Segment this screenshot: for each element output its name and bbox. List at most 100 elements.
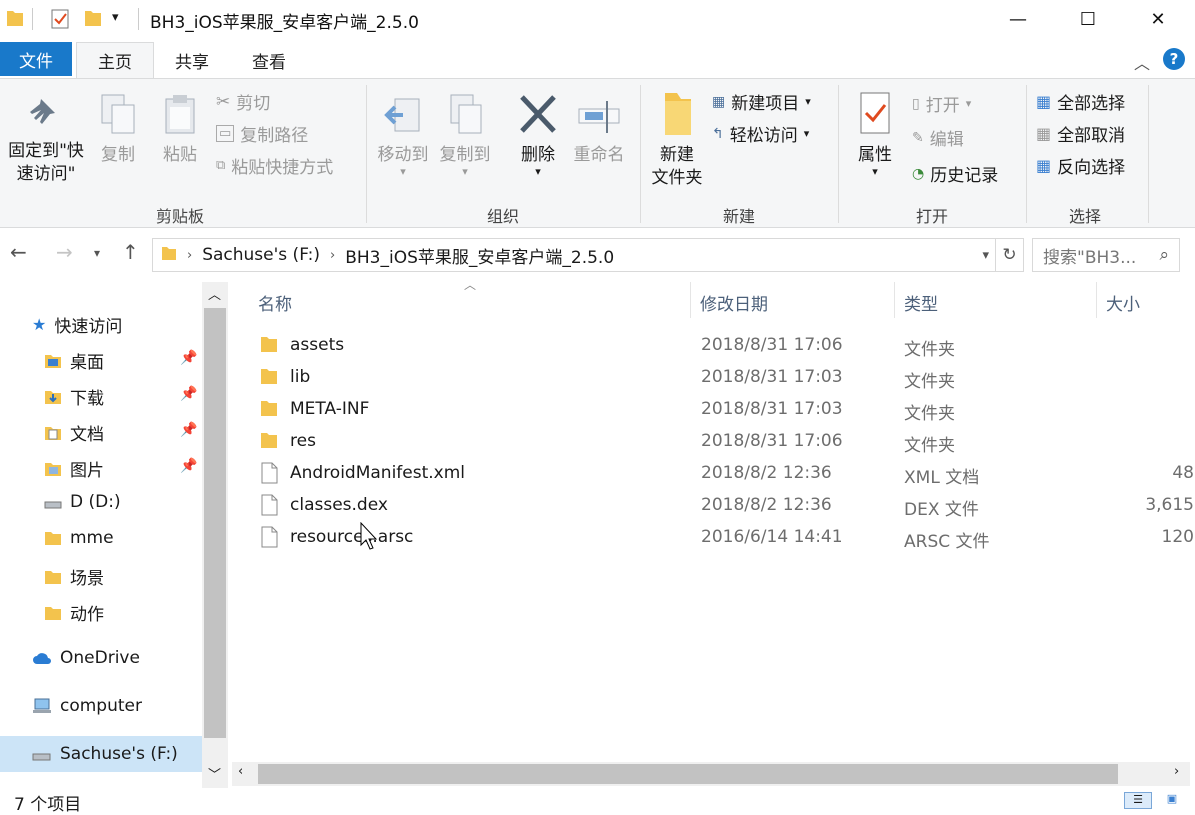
forward-icon[interactable]: → (56, 240, 73, 264)
pin-icon[interactable]: 📌 (180, 386, 197, 402)
pin-icon[interactable]: 📌 (180, 350, 197, 366)
new-folder-label-1: 新建 (660, 145, 694, 165)
refresh-icon[interactable]: ↻ (996, 238, 1024, 272)
tab-view[interactable]: 查看 (236, 42, 302, 78)
nav-item-d-drive[interactable]: D (D:) (44, 492, 121, 512)
nav-item-f-drive[interactable]: Sachuse's (F:) (32, 744, 178, 764)
edit-button[interactable]: ✎ 编辑 (912, 125, 964, 151)
nav-item-action[interactable]: 动作 (44, 600, 104, 625)
breadcrumb-separator-icon[interactable]: › (187, 248, 192, 263)
column-header-name[interactable]: 名称 (258, 290, 292, 315)
file-type: 文件夹 (904, 340, 955, 360)
breadcrumb-drive[interactable]: Sachuse's (F:) (202, 245, 320, 265)
paste-shortcut-button[interactable]: ⧉ 粘贴快捷方式 (216, 153, 333, 178)
cloud-icon (33, 653, 51, 664)
close-button[interactable]: ✕ (1123, 0, 1193, 38)
select-all-button[interactable]: ▦ 全部选择 (1036, 89, 1125, 114)
file-row[interactable]: res 2018/8/31 17:06 文件夹 (228, 426, 1195, 458)
minimize-button[interactable]: — (983, 0, 1053, 38)
open-button[interactable]: ▯ 打开 ▾ (912, 91, 971, 117)
address-bar[interactable]: › Sachuse's (F:) › BH3_iOS苹果服_安卓客户端_2.5.… (152, 238, 996, 272)
mouse-cursor-icon (360, 522, 378, 550)
help-icon[interactable]: ? (1163, 48, 1185, 70)
sort-ascending-icon: ︿ (464, 278, 477, 292)
file-size: 120 (1161, 527, 1194, 547)
pin-icon[interactable]: 📌 (180, 422, 197, 438)
file-date: 2016/6/14 14:41 (701, 527, 843, 547)
nav-item-quick-access[interactable]: ★ 快速访问 (32, 312, 122, 337)
group-label-open: 打开 (915, 207, 948, 226)
nav-item-computer[interactable]: computer (32, 696, 142, 716)
nav-scrollbar-thumb[interactable] (204, 308, 226, 738)
file-row[interactable]: META-INF 2018/8/31 17:03 文件夹 (228, 394, 1195, 426)
list-horizontal-scrollbar[interactable]: ‹ › (232, 762, 1190, 786)
up-icon[interactable]: ↑ (122, 240, 139, 264)
breadcrumb-folder[interactable]: BH3_iOS苹果服_安卓客户端_2.5.0 (345, 243, 614, 268)
nav-item-desktop[interactable]: 桌面 (44, 348, 104, 373)
nav-label: computer (60, 696, 142, 716)
nav-item-onedrive[interactable]: OneDrive (32, 648, 140, 668)
easy-access-button[interactable]: ↰ 轻松访问 ▾ (712, 121, 809, 147)
collapse-ribbon-icon[interactable]: ︿ (1134, 50, 1150, 74)
rename-button[interactable]: 重命名 (570, 93, 628, 167)
tab-share[interactable]: 共享 (160, 42, 224, 78)
new-folder-button[interactable]: 新建 文件夹 (648, 91, 706, 190)
nav-item-downloads[interactable]: 下载 (44, 384, 104, 409)
large-icons-view-icon[interactable]: ▣ (1158, 792, 1186, 809)
pin-icon[interactable]: 📌 (180, 458, 197, 474)
back-icon[interactable]: ← (10, 240, 27, 264)
search-input[interactable]: 搜索"BH3... ⌕ (1032, 238, 1180, 272)
properties-button[interactable]: 属性 ▾ (852, 91, 898, 177)
move-to-button[interactable]: 移动到 ▾ (374, 93, 432, 177)
search-placeholder: 搜索"BH3... (1043, 247, 1137, 268)
file-row[interactable]: lib 2018/8/31 17:03 文件夹 (228, 362, 1195, 394)
nav-item-mme[interactable]: mme (44, 528, 114, 548)
scroll-down-icon[interactable]: ﹀ (208, 764, 221, 783)
pin-quick-access-button[interactable]: 固定到"快 速访问" (4, 93, 88, 186)
file-name: AndroidManifest.xml (290, 463, 466, 483)
column-divider[interactable] (1096, 282, 1097, 318)
file-date: 2018/8/31 17:03 (701, 399, 843, 419)
list-scrollbar-thumb[interactable] (258, 764, 1118, 784)
properties-quick-icon[interactable] (50, 8, 70, 30)
column-divider[interactable] (894, 282, 895, 318)
copy-button[interactable]: 复制 (96, 93, 140, 167)
file-row[interactable]: classes.dex 2018/8/2 12:36 DEX 文件 3,615 (228, 490, 1195, 522)
copy-to-icon (450, 94, 482, 134)
delete-button[interactable]: 删除 ▾ (516, 93, 560, 177)
recent-locations-icon[interactable]: ▾ (94, 246, 100, 260)
column-divider[interactable] (690, 282, 691, 318)
scroll-up-icon[interactable]: ︿ (208, 284, 221, 303)
customize-quick-access-icon[interactable]: ▾ (112, 10, 119, 32)
history-button[interactable]: ◔ 历史记录 (912, 161, 998, 187)
drive-icon (32, 753, 51, 761)
maximize-button[interactable]: ☐ (1053, 0, 1123, 38)
paste-button[interactable]: 粘贴 (158, 93, 202, 167)
column-header-size[interactable]: 大小 (1106, 290, 1140, 315)
tab-file[interactable]: 文件 (0, 42, 72, 76)
drive-icon (44, 501, 62, 509)
new-item-button[interactable]: ▦ 新建项目 ▾ (712, 89, 811, 115)
file-row[interactable]: AndroidManifest.xml 2018/8/2 12:36 XML 文档 4… (228, 458, 1195, 490)
details-view-icon[interactable]: ☰ (1124, 792, 1152, 809)
copy-to-button[interactable]: 复制到 ▾ (436, 93, 494, 177)
nav-item-pictures[interactable]: 图片 (44, 456, 104, 481)
scroll-right-icon[interactable]: › (1174, 764, 1179, 779)
select-none-button[interactable]: ▦ 全部取消 (1036, 121, 1125, 146)
file-row[interactable]: assets 2018/8/31 17:06 文件夹 (228, 330, 1195, 362)
address-dropdown-icon[interactable]: ▾ (982, 248, 989, 263)
column-header-date[interactable]: 修改日期 (700, 290, 768, 315)
nav-scrollbar[interactable]: ︿ ﹀ (202, 282, 228, 788)
nav-item-documents[interactable]: 文档 (44, 420, 104, 445)
copy-path-button[interactable]: ▭ 复制路径 (216, 121, 308, 146)
breadcrumb-separator-icon[interactable]: › (330, 248, 335, 263)
file-icon (260, 494, 278, 521)
file-type: XML 文档 (904, 468, 980, 488)
column-header-type[interactable]: 类型 (904, 290, 938, 315)
new-folder-quick-icon[interactable] (84, 8, 102, 30)
invert-selection-button[interactable]: ▦ 反向选择 (1036, 153, 1125, 178)
scroll-left-icon[interactable]: ‹ (238, 764, 243, 779)
cut-button[interactable]: ✂ 剪切 (216, 89, 270, 115)
nav-item-scene[interactable]: 场景 (44, 564, 104, 589)
tab-home[interactable]: 主页 (76, 42, 154, 78)
